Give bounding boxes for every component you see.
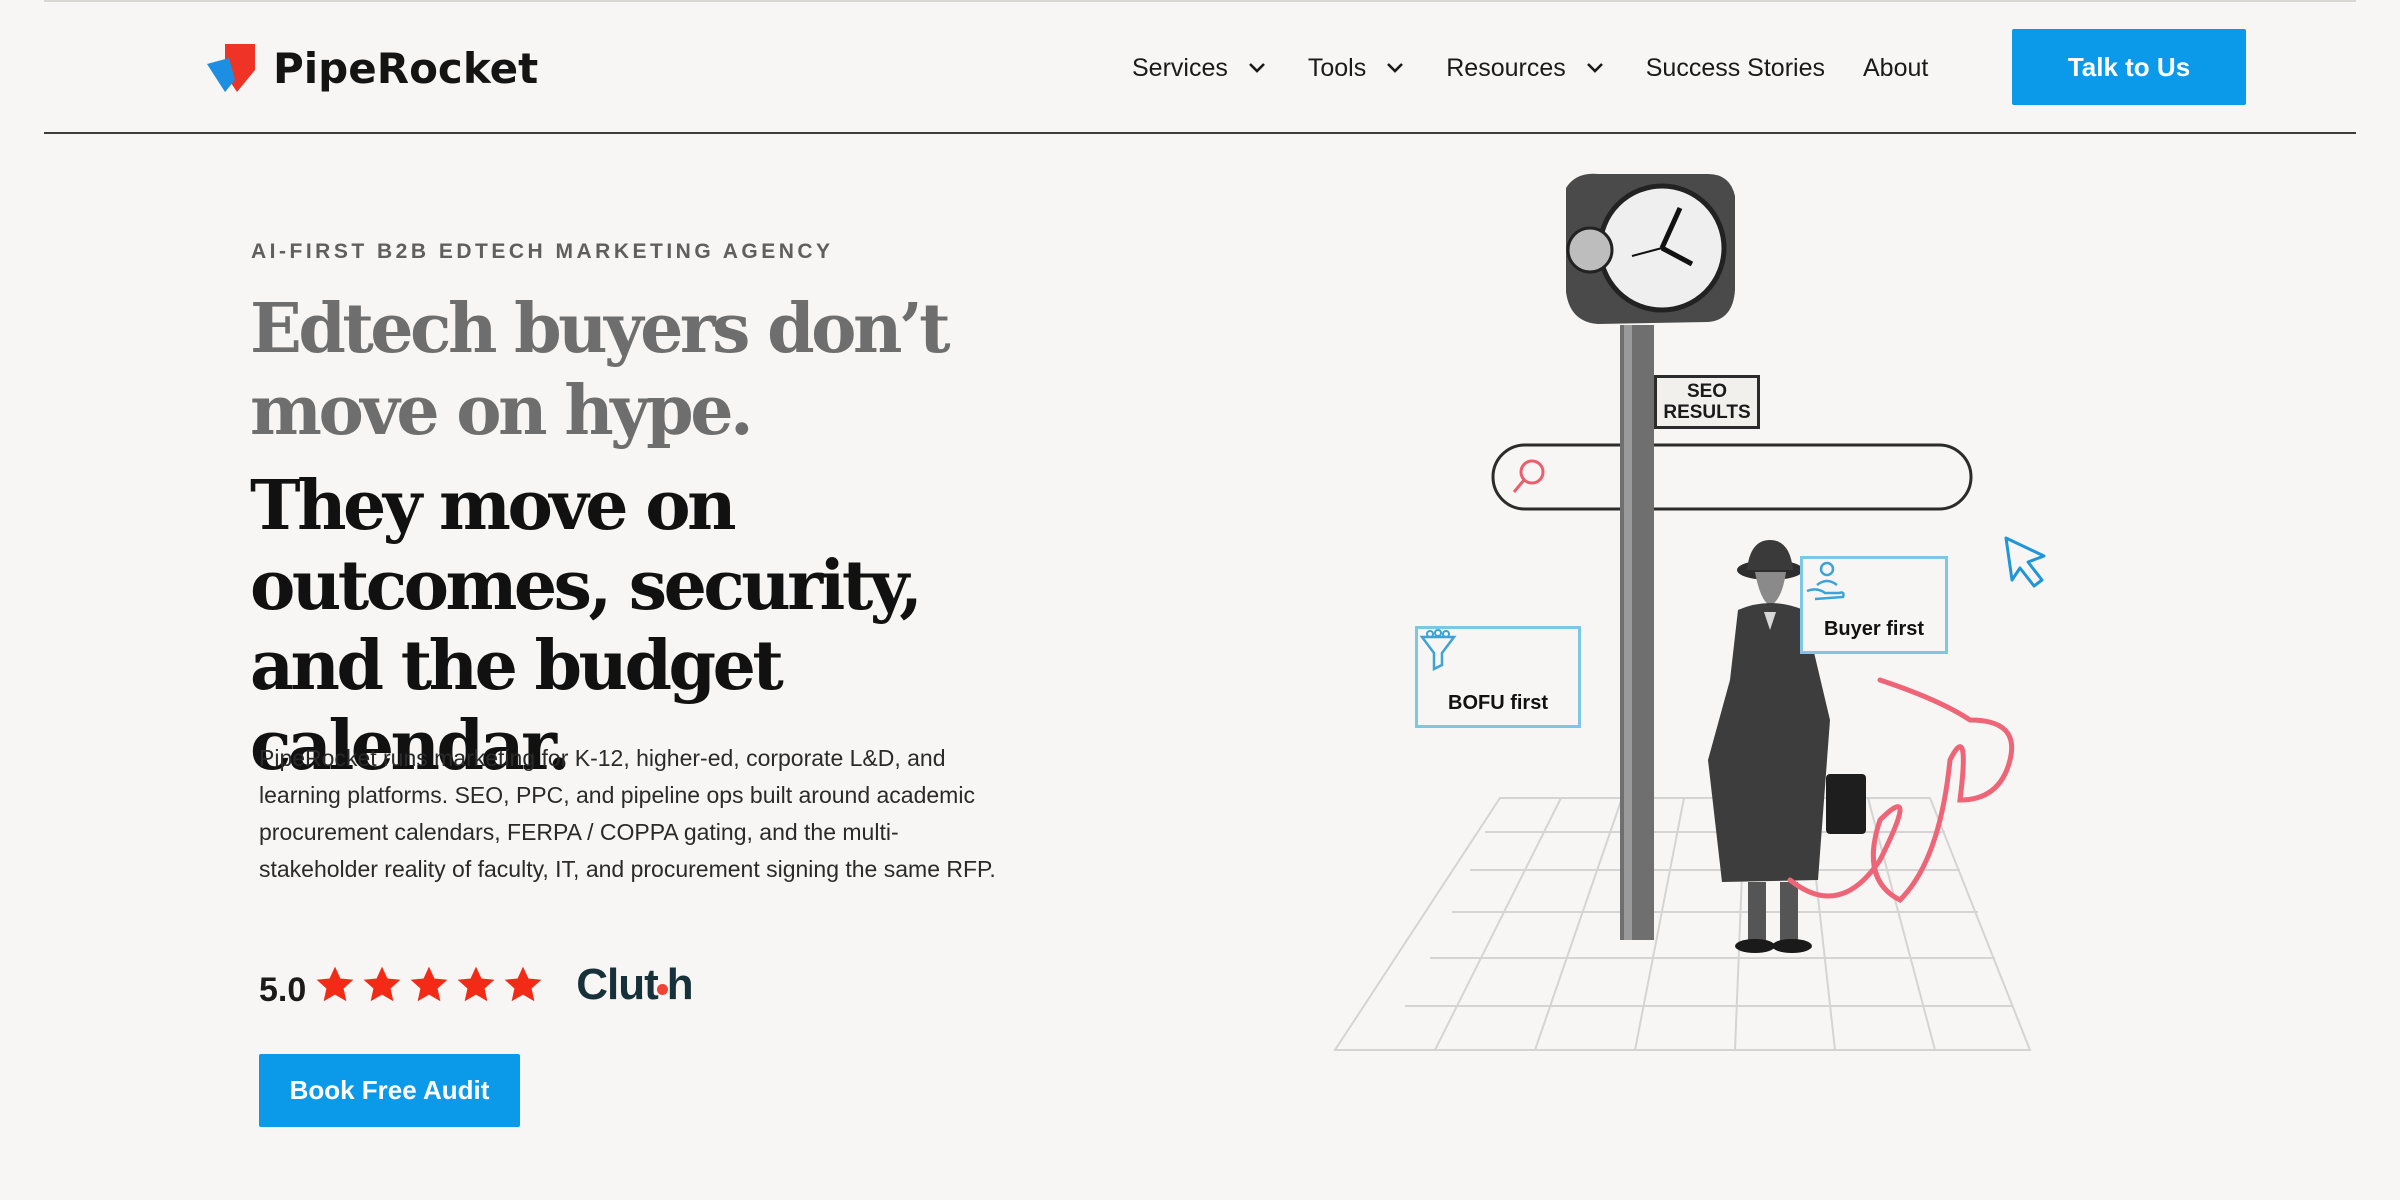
hero-eyebrow: AI-FIRST B2B EDTECH MARKETING AGENCY (251, 240, 834, 263)
star-icon (363, 966, 401, 1002)
main-nav: Services Tools Resources Success Stories… (1132, 46, 1966, 90)
nav-label: About (1863, 53, 1929, 82)
chevron-down-icon (1586, 63, 1603, 73)
chevron-down-icon (1248, 63, 1265, 73)
nav-about[interactable]: About (1863, 54, 1928, 83)
nav-success-stories[interactable]: Success Stories (1646, 54, 1825, 83)
sign-line-1: SEO (1686, 381, 1728, 402)
bofu-first-label: BOFU first (1448, 692, 1548, 714)
talk-to-us-button[interactable]: Talk to Us (2012, 29, 2246, 105)
header-divider (44, 132, 2356, 134)
rating-score: 5.0 (259, 970, 307, 1009)
nav-resources[interactable]: Resources (1446, 54, 1604, 83)
chevron-down-icon (1387, 63, 1404, 73)
nav-label: Success Stories (1645, 53, 1825, 82)
clock (1566, 173, 1735, 324)
illustration-drawing (1333, 173, 2046, 1051)
star-icon (504, 966, 542, 1002)
nav-label: Resources (1446, 53, 1566, 82)
brand-name: PipeRocket (273, 43, 539, 93)
buyer-first-card: Buyer first (1800, 556, 1948, 654)
star-icon (410, 966, 448, 1002)
nav-services[interactable]: Services (1132, 54, 1266, 83)
floor-grid (1333, 797, 2032, 1051)
rocket-logo-icon (207, 44, 255, 92)
headline-dark: They move on outcomes, security, and the… (250, 466, 923, 786)
star-icon (316, 966, 354, 1002)
funnel-icon (1419, 629, 1457, 671)
bofu-first-card: BOFU first (1415, 626, 1581, 728)
clutch-logo: Clut h (576, 960, 693, 1009)
rating-stars (314, 964, 544, 1006)
cursor-icon (2004, 536, 2046, 588)
hero-illustration: SEO RESULTS BOFU first Buyer first (1320, 160, 2120, 1060)
buyer-first-label: Buyer first (1823, 618, 1925, 640)
nav-tools[interactable]: Tools (1308, 54, 1404, 83)
seo-results-sign: SEO RESULTS (1654, 375, 1760, 429)
book-free-audit-button[interactable]: Book Free Audit (259, 1054, 520, 1127)
site-header: PipeRocket Services Tools Resources Succ… (0, 0, 2400, 134)
nav-label: Tools (1307, 53, 1367, 82)
hand-person-icon (1806, 561, 1845, 601)
star-icon (457, 966, 495, 1002)
sign-line-2: RESULTS (1663, 402, 1751, 423)
nav-label: Services (1132, 53, 1228, 82)
hero-description: PipeRocket runs marketing for K-12, high… (259, 745, 996, 882)
search-bar (1491, 443, 1973, 511)
logo[interactable]: PipeRocket (203, 40, 538, 96)
headline-light: Edtech buyers don’t move on hype. (250, 289, 951, 451)
clutch-rating: 5.0 Clut h (259, 960, 694, 1010)
clutch-logo-dot (656, 983, 668, 995)
